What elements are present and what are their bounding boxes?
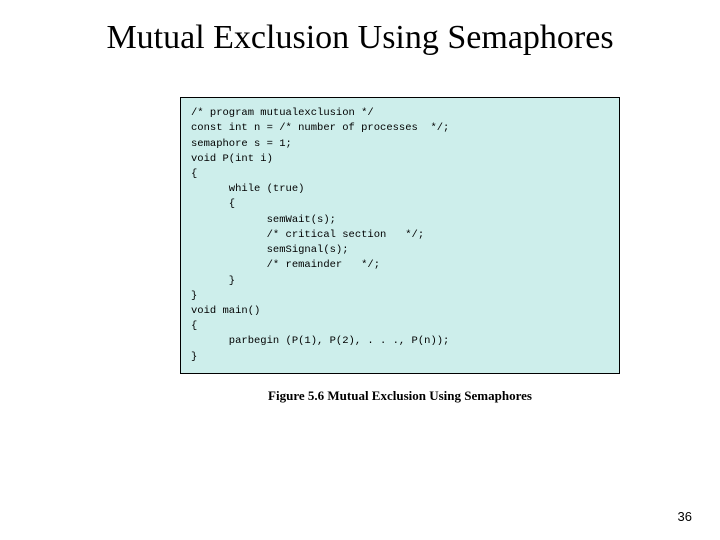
code-line: {	[191, 320, 197, 332]
slide: Mutual Exclusion Using Semaphores /* pro…	[0, 0, 720, 540]
code-line: {	[191, 168, 197, 180]
code-line: }	[191, 290, 197, 302]
figure-caption: Figure 5.6 Mutual Exclusion Using Semaph…	[180, 388, 620, 404]
page-title: Mutual Exclusion Using Semaphores	[90, 18, 630, 57]
code-listing: /* program mutualexclusion */ const int …	[180, 97, 620, 374]
code-line: while (true)	[191, 183, 304, 195]
code-line: {	[191, 198, 235, 210]
code-line: semaphore s = 1;	[191, 138, 292, 150]
code-line: }	[191, 351, 197, 363]
code-line: semSignal(s);	[191, 244, 349, 256]
code-line: void P(int i)	[191, 153, 273, 165]
code-line: const int n = /* number of processes */;	[191, 122, 449, 134]
code-line: /* program mutualexclusion */	[191, 107, 374, 119]
page-number: 36	[678, 509, 692, 524]
code-line: }	[191, 275, 235, 287]
code-line: semWait(s);	[191, 214, 336, 226]
code-line: parbegin (P(1), P(2), . . ., P(n));	[191, 335, 449, 347]
code-line: /* critical section */;	[191, 229, 424, 241]
code-line: void main()	[191, 305, 260, 317]
code-line: /* remainder */;	[191, 259, 380, 271]
